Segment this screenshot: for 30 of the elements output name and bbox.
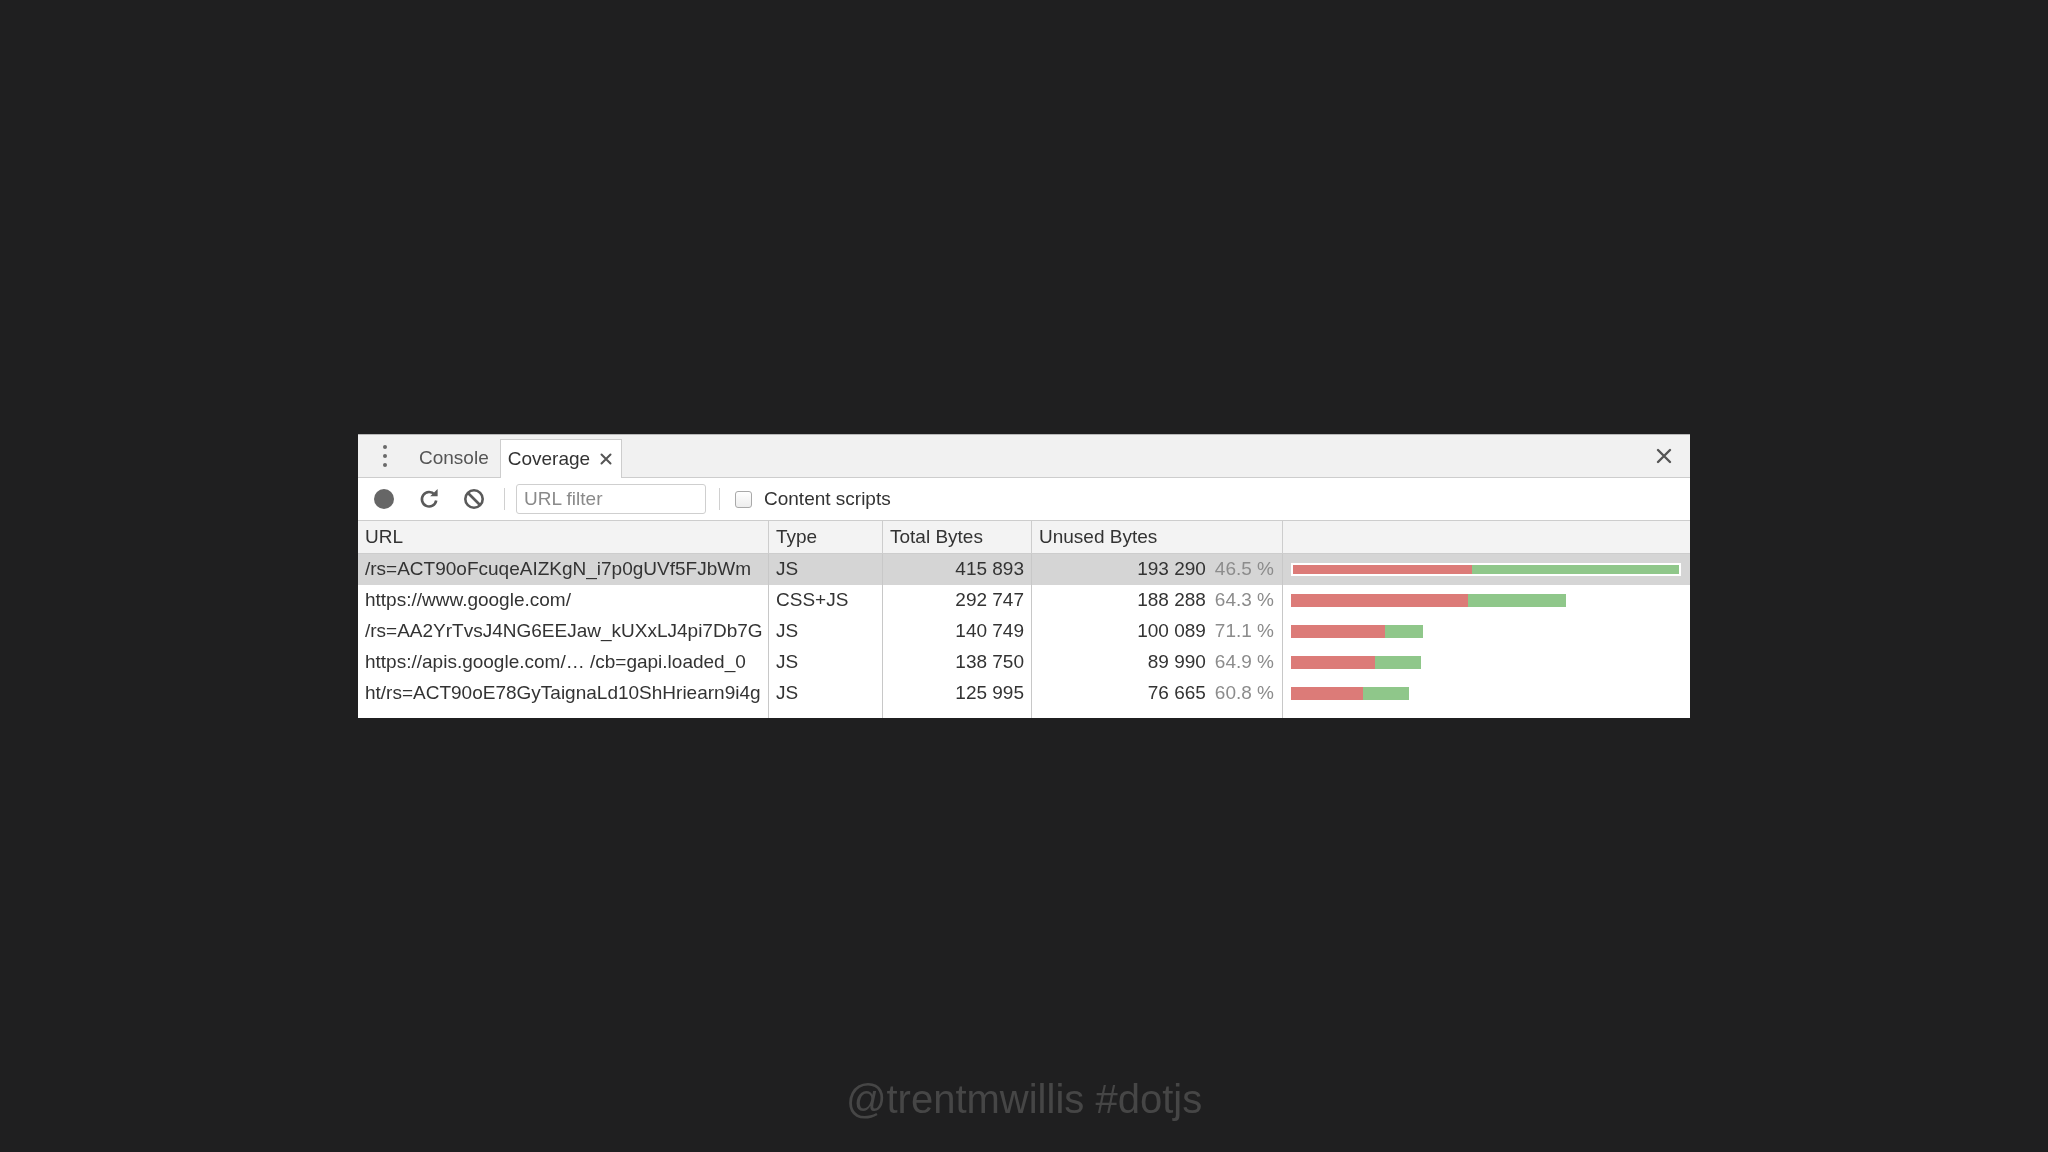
close-icon[interactable]: [600, 453, 613, 465]
byte-count: 89 990: [1147, 650, 1206, 675]
byte-count: 193 290: [1137, 557, 1206, 582]
column-header[interactable]: URL: [358, 521, 769, 553]
prohibited-icon: [463, 488, 485, 510]
clear-button[interactable]: [463, 488, 485, 510]
checkbox-label[interactable]: Content scripts: [764, 484, 891, 514]
column-header[interactable]: Type: [769, 521, 883, 553]
column-header[interactable]: Total Bytes: [883, 521, 1032, 553]
percentage: 60.8 %: [1214, 681, 1274, 706]
percentage: 64.3 %: [1214, 588, 1274, 613]
tab[interactable]: Coverage: [499, 439, 623, 478]
kebab-menu-icon: [383, 445, 387, 467]
column-header[interactable]: Unused Bytes: [1032, 521, 1283, 553]
percentage: 71.1 %: [1214, 619, 1274, 644]
byte-count: 100 089: [1137, 619, 1206, 644]
percentage: 46.5 %: [1214, 557, 1274, 582]
close-icon: [1656, 448, 1672, 464]
reload-icon: [419, 489, 439, 509]
url-filter-field[interactable]: URL filter: [516, 484, 706, 514]
reload-button[interactable]: [419, 489, 439, 509]
percentage: 64.9 %: [1214, 650, 1274, 675]
byte-count: 188 288: [1137, 588, 1206, 613]
record-icon: [374, 489, 394, 509]
content-scripts-checkbox[interactable]: [735, 490, 752, 508]
close-panel-button[interactable]: [1655, 447, 1673, 465]
table-row[interactable]: /rs=ACT90oFcuqeAIZKgN_i7p0gUVf5FJbWm JS 415 893 193 290 46.5 %: [358, 554, 1690, 585]
byte-count: 76 665: [1147, 681, 1206, 706]
tab[interactable]: Console: [412, 439, 496, 477]
record-button[interactable]: [374, 489, 394, 509]
